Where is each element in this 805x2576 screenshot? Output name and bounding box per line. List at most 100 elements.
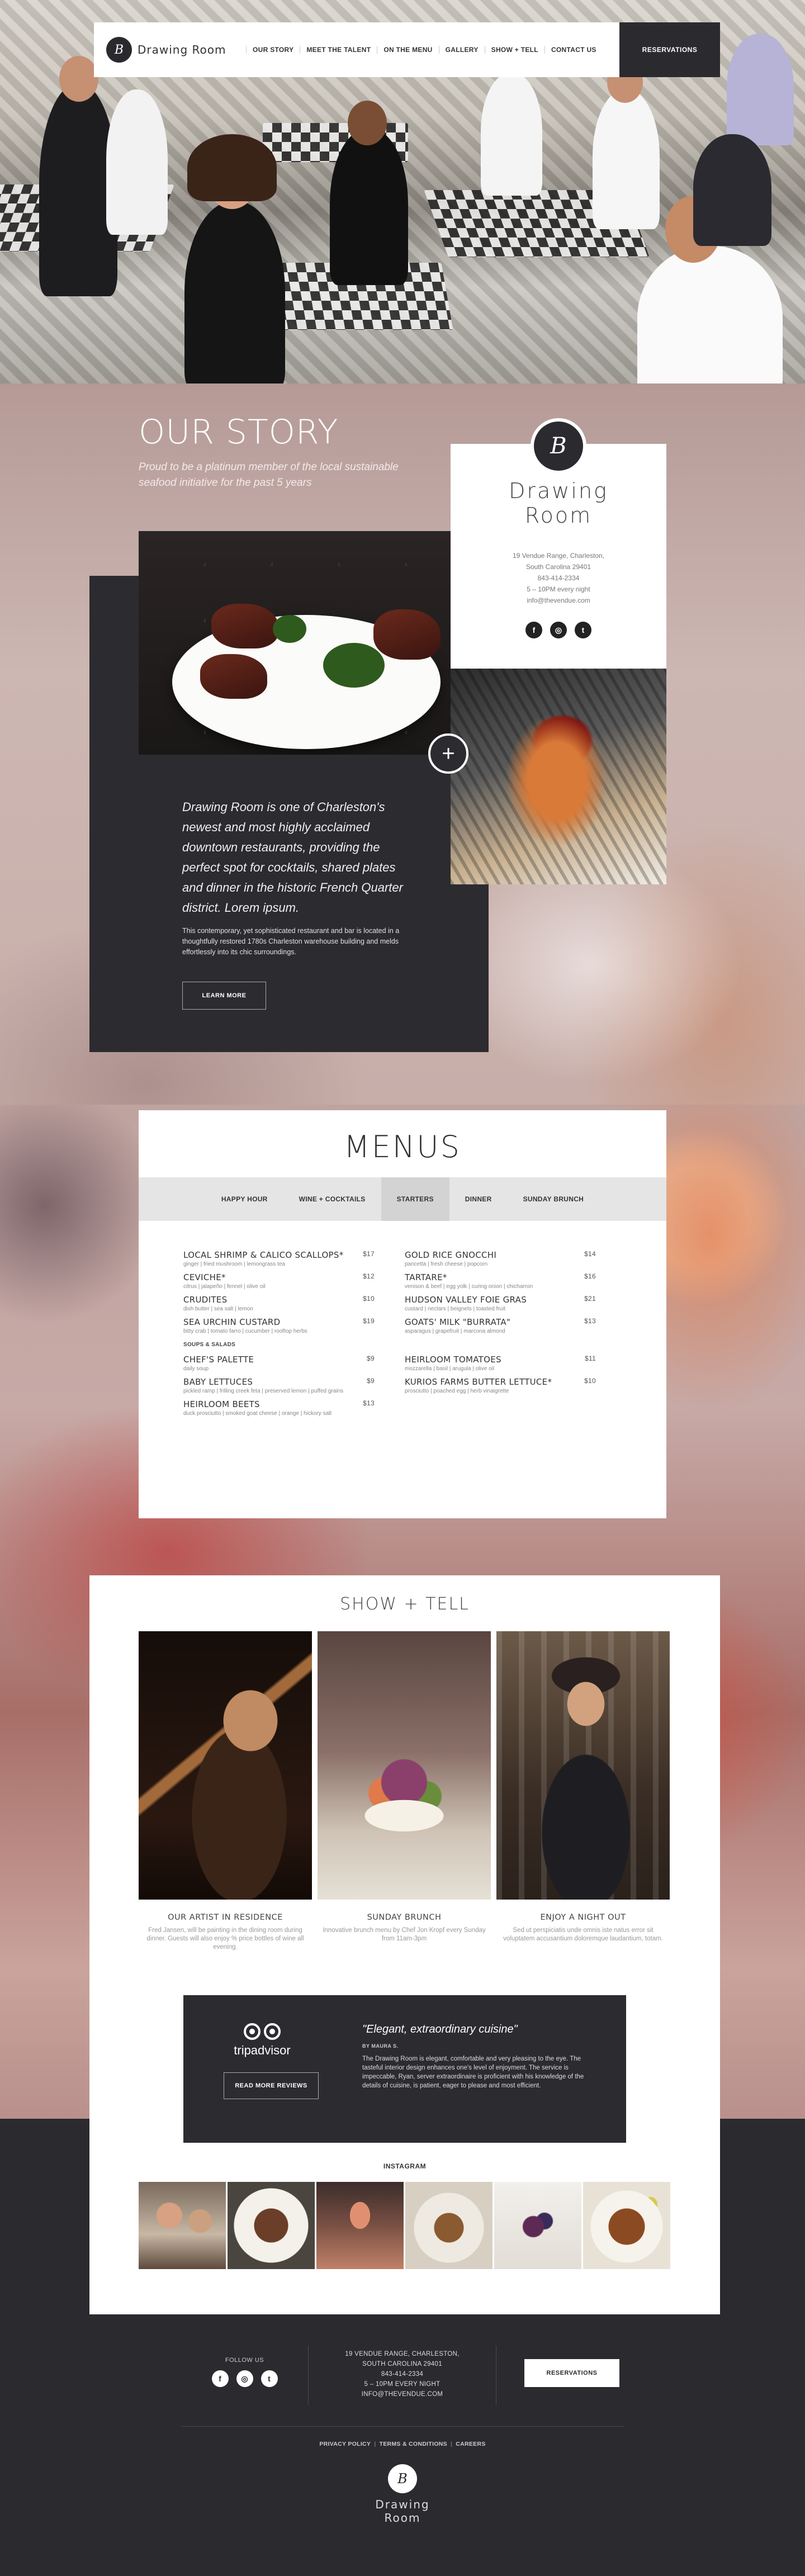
menu-item-price: $21 bbox=[584, 1295, 596, 1303]
owl-icon bbox=[231, 2023, 293, 2040]
menu-item-price: $13 bbox=[363, 1399, 375, 1407]
show-item-title[interactable]: OUR ARTIST IN RESIDENCE bbox=[139, 1913, 312, 1922]
facebook-icon[interactable]: f bbox=[211, 2370, 229, 2387]
person bbox=[187, 134, 277, 201]
nav-show-tell[interactable]: SHOW + TELL bbox=[484, 46, 544, 54]
review-panel: tripadvisor READ MORE REVIEWS "Elegant, … bbox=[183, 1995, 626, 2143]
menu-item-price: $9 bbox=[367, 1355, 375, 1362]
footer-logo[interactable]: B Drawing Room bbox=[0, 2464, 805, 2525]
menu-item: LOCAL SHRIMP & CALICO SCALLOPS* $17 ginger… bbox=[183, 1250, 375, 1268]
show-item: SUNDAY BRUNCH Innovative brunch menu by … bbox=[318, 1913, 491, 1943]
menu-item-price: $10 bbox=[363, 1295, 375, 1303]
footer-logo-line1: Drawing bbox=[375, 2498, 430, 2511]
learn-more-button[interactable]: LEARN MORE bbox=[182, 982, 266, 1010]
instagram-photo[interactable] bbox=[494, 2182, 581, 2269]
nav-meet-the-talent[interactable]: MEET THE TALENT bbox=[300, 46, 377, 54]
instagram-photo[interactable] bbox=[228, 2182, 315, 2269]
nav-on-the-menu[interactable]: ON THE MENU bbox=[377, 46, 438, 54]
menu-item: HEIRLOOM TOMATOES $11 mozzarella | basil |… bbox=[405, 1355, 596, 1372]
facebook-icon[interactable]: f bbox=[525, 622, 542, 638]
menu-subheading: SOUPS & SALADS bbox=[183, 1342, 236, 1348]
menu-item-name: LOCAL SHRIMP & CALICO SCALLOPS* bbox=[183, 1250, 344, 1260]
menu-item-name: BABY LETTUCES bbox=[183, 1377, 253, 1387]
footer-address-line2: SOUTH CAROLINA 29401 bbox=[362, 2361, 442, 2367]
show-item-title[interactable]: SUNDAY BRUNCH bbox=[318, 1913, 491, 1922]
tab-sunday-brunch[interactable]: SUNDAY BRUNCH bbox=[508, 1177, 600, 1221]
menu-item-price: $17 bbox=[363, 1250, 375, 1258]
footer-address-block: 19 VENDUE RANGE, CHARLESTON, SOUTH CAROL… bbox=[309, 2349, 496, 2399]
nav-menu: OUR STORY MEET THE TALENT ON THE MENU GA… bbox=[246, 22, 619, 77]
menu-item: HEIRLOOM BEETS $13 duck prosciutto | smoke… bbox=[183, 1399, 375, 1417]
menu-item-price: $14 bbox=[584, 1250, 596, 1258]
garnish bbox=[323, 643, 385, 688]
show-item: ENJOY A NIGHT OUT Sed ut perspiciatis un… bbox=[496, 1913, 670, 1943]
footer-logo-line2: Room bbox=[384, 2511, 421, 2525]
card-email[interactable]: info@thevendue.com bbox=[451, 595, 666, 606]
privacy-policy-link[interactable]: PRIVACY POLICY bbox=[319, 2441, 371, 2447]
instagram-photo[interactable] bbox=[316, 2182, 404, 2269]
person bbox=[593, 89, 660, 229]
site-logo[interactable]: B Drawing Room bbox=[94, 37, 246, 63]
review-quote: "Elegant, extraordinary cuisine" bbox=[362, 2023, 518, 2035]
tab-dinner[interactable]: DINNER bbox=[449, 1177, 508, 1221]
menu-item: SEA URCHIN CUSTARD $19 bitty crab | tomato… bbox=[183, 1317, 375, 1335]
terms-link[interactable]: TERMS & CONDITIONS bbox=[379, 2441, 447, 2447]
logo-mark-icon: B bbox=[388, 2464, 417, 2493]
instagram-label: INSTAGRAM bbox=[383, 2162, 427, 2170]
show-item-title[interactable]: ENJOY A NIGHT OUT bbox=[496, 1913, 670, 1922]
footer-social-links: f ◎ t bbox=[181, 2370, 308, 2387]
footer-hours: 5 – 10PM EVERY NIGHT bbox=[364, 2381, 441, 2388]
menu-item-name: TARTARE* bbox=[405, 1272, 447, 1282]
twitter-icon[interactable]: t bbox=[261, 2370, 278, 2387]
careers-link[interactable]: CAREERS bbox=[456, 2441, 485, 2447]
menu-item: BABY LETTUCES $9 pickled ramp | frilling c… bbox=[183, 1377, 375, 1395]
tripadvisor-wordmark: tripadvisor bbox=[234, 2043, 291, 2057]
card-brand-line1: Drawing bbox=[509, 479, 608, 503]
menu-item-price: $11 bbox=[584, 1355, 596, 1362]
footer-reservations-button[interactable]: RESERVATIONS bbox=[524, 2359, 619, 2387]
logo-mark-icon: B bbox=[531, 418, 586, 474]
violinist-photo[interactable] bbox=[139, 1631, 312, 1900]
bartender-photo[interactable] bbox=[496, 1631, 670, 1900]
tab-starters[interactable]: STARTERS bbox=[381, 1177, 449, 1221]
card-phone[interactable]: 843-414-2334 bbox=[451, 572, 666, 584]
footer-email[interactable]: INFO@THEVENDUE.COM bbox=[309, 2389, 496, 2399]
show-item-text: Sed ut perspiciatis unde omnis iste natu… bbox=[503, 1927, 663, 1942]
instagram-photo[interactable] bbox=[139, 2182, 226, 2269]
expand-plus-button[interactable]: + bbox=[428, 733, 468, 774]
art-sculpture-photo bbox=[451, 669, 666, 884]
footer-logo-text: Drawing Room bbox=[0, 2498, 805, 2525]
card-address-line2: South Carolina 29401 bbox=[525, 563, 591, 571]
read-more-reviews-button[interactable]: READ MORE REVIEWS bbox=[224, 2072, 319, 2099]
show-item-text: Innovative brunch menu by Chef Jon Kropf… bbox=[323, 1927, 486, 1942]
instagram-photo[interactable] bbox=[405, 2182, 493, 2269]
footer-phone[interactable]: 843-414-2334 bbox=[309, 2369, 496, 2379]
nav-gallery[interactable]: GALLERY bbox=[438, 46, 485, 54]
card-social-links: f ◎ t bbox=[451, 622, 666, 638]
nav-contact-us[interactable]: CONTACT US bbox=[544, 46, 603, 54]
menu-item: CRUDITES $10 dish butter | sea salt | lemo… bbox=[183, 1295, 375, 1313]
story-body: This contemporary, yet sophisticated res… bbox=[182, 927, 400, 956]
menu-item-desc: venison & beef | egg yolk | curing onion… bbox=[405, 1284, 533, 1290]
review-author: BY MAURA S. bbox=[362, 2043, 399, 2049]
menu-item: CEVICHE* $12 citrus | jalapeño | fennel | … bbox=[183, 1272, 375, 1290]
tab-wine-cocktails[interactable]: WINE + COCKTAILS bbox=[283, 1177, 381, 1221]
nav-our-story[interactable]: OUR STORY bbox=[246, 46, 300, 54]
steak bbox=[373, 609, 441, 660]
reservations-button[interactable]: RESERVATIONS bbox=[619, 22, 720, 77]
menu-item-desc: custard | nectars | beignets | toasted f… bbox=[405, 1306, 506, 1312]
instagram-icon[interactable]: ◎ bbox=[550, 622, 567, 638]
person bbox=[727, 34, 794, 145]
instagram-photo[interactable] bbox=[583, 2182, 670, 2269]
menu-item-desc: pancetta | fresh cheese | popcorn bbox=[405, 1261, 488, 1267]
instagram-icon[interactable]: ◎ bbox=[236, 2370, 253, 2387]
tab-happy-hour[interactable]: HAPPY HOUR bbox=[206, 1177, 283, 1221]
steak bbox=[211, 604, 278, 648]
twitter-icon[interactable]: t bbox=[575, 622, 591, 638]
menu-item-desc: mozzarella | basil | arugula | olive oil bbox=[405, 1366, 495, 1372]
footer-divider bbox=[181, 2426, 624, 2427]
menu-item-desc: prosciutto | poached egg | herb vinaigre… bbox=[405, 1388, 509, 1394]
brunch-dish-photo[interactable] bbox=[318, 1631, 491, 1900]
menu-item-name: SEA URCHIN CUSTARD bbox=[183, 1317, 281, 1327]
footer-reservations: RESERVATIONS bbox=[496, 2346, 624, 2405]
